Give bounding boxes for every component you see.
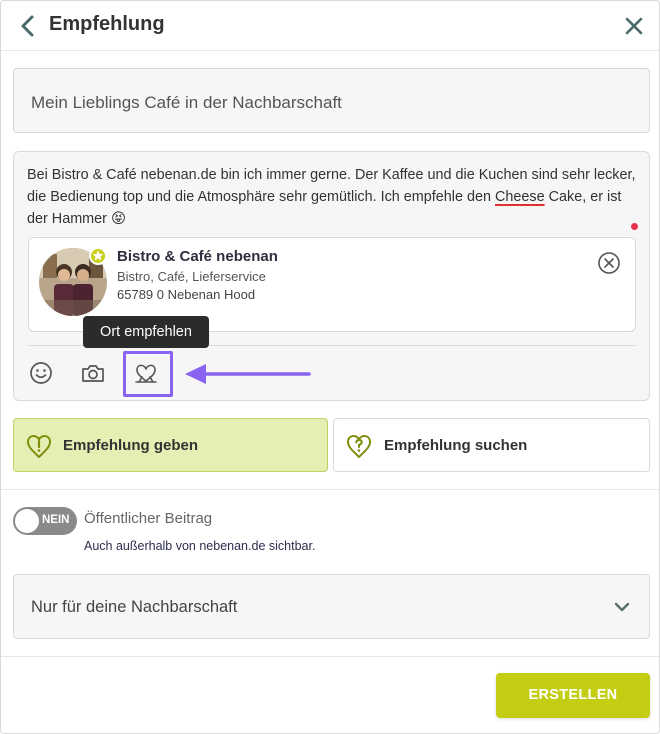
star-badge-icon [89,247,107,265]
arrow-pointer-icon [182,362,312,386]
place-recommend-highlight-box [123,351,173,397]
message-textarea[interactable]: Bei Bistro & Café nebenan.de bin ich imm… [27,164,637,230]
give-recommendation-label: Empfehlung geben [63,437,198,454]
public-post-label: Öffentlicher Beitrag [84,510,213,527]
dialog-title: Empfehlung [49,13,165,35]
dialog-header: Empfehlung [1,1,659,51]
public-post-toggle[interactable]: NEIN [13,507,77,535]
subject-value: Mein Lieblings Café in der Nachbarschaft [31,93,342,112]
audience-selected-value: Nur für deine Nachbarschaft [31,598,238,616]
emoji-icon[interactable] [28,360,54,386]
heart-exclamation-icon [24,431,54,461]
subject-field[interactable]: Mein Lieblings Café in der Nachbarschaft [13,68,650,133]
footer-divider [1,656,659,657]
unsaved-indicator-dot [631,223,638,230]
message-composer: Bei Bistro & Café nebenan.de bin ich imm… [13,151,650,401]
misspelled-word[interactable]: Cheese [495,189,545,205]
section-divider [1,489,659,490]
toggle-state-text: NEIN [42,514,70,526]
place-address: 65789 0 Nebenan Hood [117,287,256,302]
search-recommendation-button[interactable]: Empfehlung suchen [333,418,650,472]
create-button[interactable]: ERSTELLEN [496,673,650,718]
camera-icon[interactable] [80,360,106,386]
toggle-knob [15,509,39,533]
give-recommendation-button[interactable]: Empfehlung geben [13,418,328,472]
public-post-hint: Auch außerhalb von nebenan.de sichtbar. [84,539,316,553]
place-name[interactable]: Bistro & Café nebenan [117,248,278,265]
chevron-left-icon[interactable] [17,13,41,39]
chevron-down-icon [613,598,631,616]
tooltip: Ort empfehlen [83,316,209,348]
remove-place-icon[interactable] [597,251,621,275]
place-categories: Bistro, Café, Lieferservice [117,269,266,284]
search-recommendation-label: Empfehlung suchen [384,437,528,454]
recommendation-dialog: Empfehlung Mein Lieblings Café in der Na… [0,0,660,734]
heart-question-icon [344,431,374,461]
close-icon[interactable] [623,15,645,37]
audience-select[interactable]: Nur für deine Nachbarschaft [13,574,650,639]
